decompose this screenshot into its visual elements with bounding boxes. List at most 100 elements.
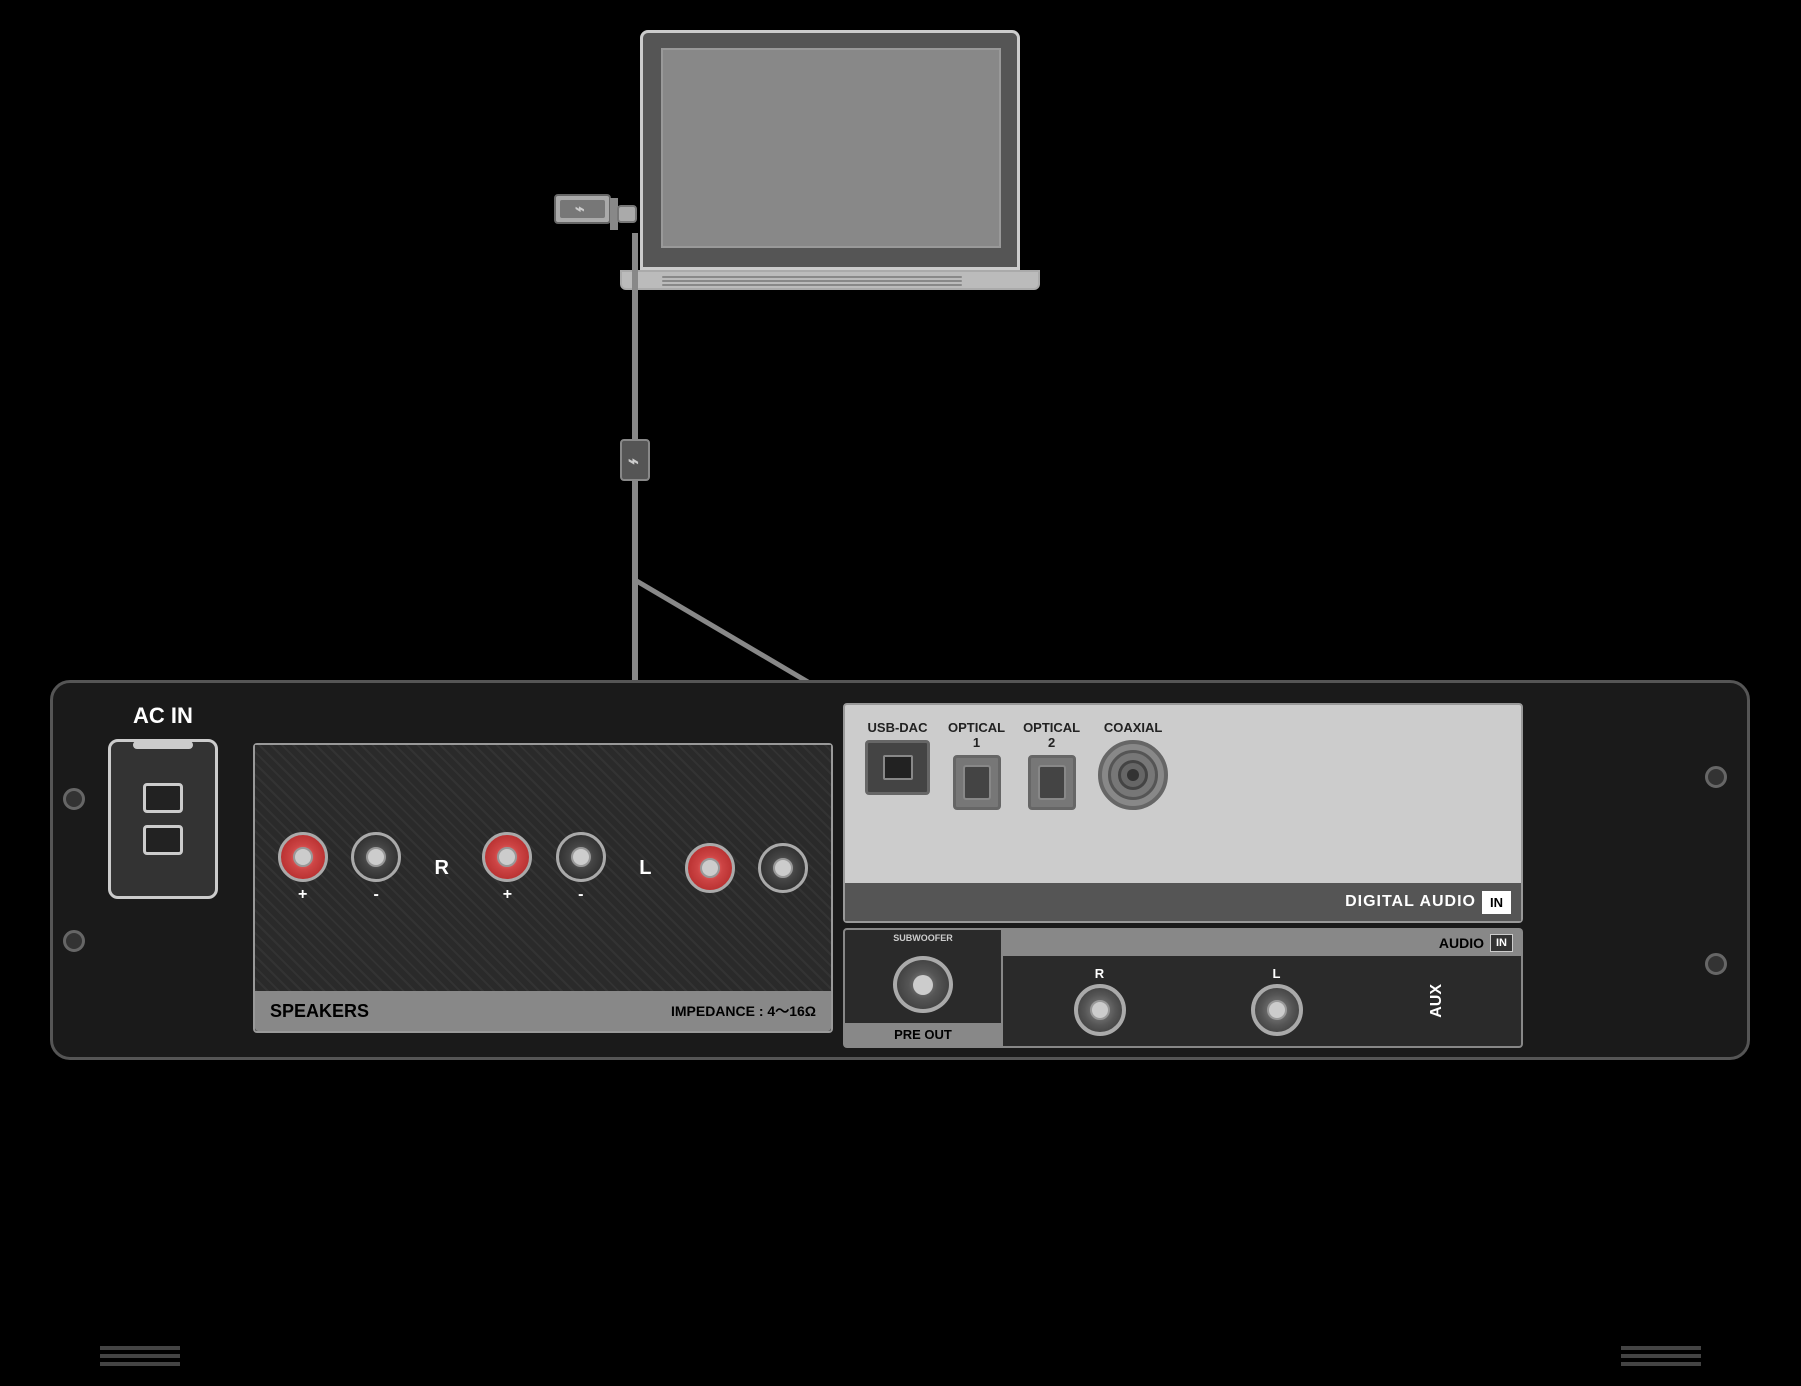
audio-in-ports: R L AUX	[1003, 956, 1521, 1046]
terminal-minus-r-label: -	[578, 886, 583, 904]
optical1-label: OPTICAL1	[948, 720, 1005, 750]
coaxial-label: COAXIAL	[1104, 720, 1163, 735]
screw-left-top	[63, 788, 85, 810]
speaker-terminals-grid: + - R + - L	[255, 745, 831, 991]
ac-in-section: AC IN	[83, 703, 243, 1033]
ac-in-label: AC IN	[133, 703, 193, 729]
speaker-group-extra1	[685, 843, 735, 893]
svg-text:⌁: ⌁	[628, 451, 639, 471]
aux-label: AUX	[1428, 984, 1446, 1018]
knob-inner	[913, 975, 933, 995]
rca-l-label: L	[1273, 966, 1281, 981]
usb-dac-group: USB-DAC	[865, 720, 930, 795]
optical1-inner	[963, 765, 991, 800]
bottom-lines-right	[1621, 1346, 1701, 1366]
terminal-l-plus	[278, 832, 328, 882]
digital-ports: USB-DAC OPTICAL1 OPTICAL2	[845, 705, 1521, 825]
bottom-line-6	[1621, 1362, 1701, 1366]
optical2-group: OPTICAL2	[1023, 720, 1080, 810]
speakers-label-bar: SPEAKERS IMPEDANCE : 4～16Ω	[255, 991, 831, 1031]
speaker-group-left-minus: -	[351, 832, 401, 904]
usb-port-hole	[883, 755, 913, 780]
optical2-port	[1028, 755, 1076, 810]
speaker-l-label: L	[629, 857, 661, 880]
ac-slot-bottom	[143, 825, 183, 855]
speaker-terminals-rp	[482, 832, 532, 882]
terminal-inner-e2	[773, 858, 793, 878]
bottom-line-4	[1621, 1346, 1701, 1350]
bottom-decorative-lines	[0, 1346, 1801, 1366]
speaker-group-extra2	[758, 843, 808, 893]
audio-in-text: AUDIO	[1439, 935, 1484, 951]
rca-r-inner	[1090, 1000, 1110, 1020]
screw-right-top	[1705, 766, 1727, 788]
coaxial-port	[1098, 740, 1168, 810]
terminal-inner-rm	[571, 847, 591, 867]
speaker-group-right-minus: -	[556, 832, 606, 904]
preout-label: PRE OUT	[894, 1027, 952, 1042]
terminal-inner-rp	[497, 847, 517, 867]
terminal-extra-1	[685, 843, 735, 893]
audio-in-label-bar: AUDIO IN	[1003, 930, 1521, 956]
preout-audio-section: SUBWOOFER PRE OUT AUDIO IN R	[843, 928, 1523, 1048]
terminal-plus-r-label: +	[503, 886, 512, 904]
speakers-impedance: IMPEDANCE : 4～16Ω	[671, 1001, 816, 1021]
right-screws	[1705, 683, 1727, 1057]
bottom-line-1	[100, 1346, 180, 1350]
usb-dac-port	[865, 740, 930, 795]
digital-label-bar: DIGITAL AUDIO IN	[845, 883, 1521, 921]
preout-subwoofer-knob	[893, 956, 953, 1013]
rca-r-label: R	[1095, 966, 1104, 981]
rca-l-inner	[1267, 1000, 1287, 1020]
digital-audio-section: USB-DAC OPTICAL1 OPTICAL2	[843, 703, 1523, 923]
bottom-line-5	[1621, 1354, 1701, 1358]
screw-left-bottom	[63, 930, 85, 952]
terminal-r-plus	[482, 832, 532, 882]
coaxial-center	[1127, 769, 1139, 781]
rca-l-port	[1251, 984, 1303, 1036]
speakers-title: SPEAKERS	[270, 1001, 369, 1022]
screw-right-bottom	[1705, 953, 1727, 975]
terminal-inner-lm	[366, 847, 386, 867]
terminal-minus-label: -	[373, 886, 378, 904]
usb-dac-label: USB-DAC	[868, 720, 928, 735]
bottom-line-2	[100, 1354, 180, 1358]
coaxial-ring2	[1118, 760, 1148, 790]
rca-l-group: L	[1251, 966, 1303, 1036]
bottom-line-3	[100, 1362, 180, 1366]
speaker-terminals-rm	[556, 832, 606, 882]
terminal-extra-2	[758, 843, 808, 893]
left-screws	[63, 788, 85, 952]
coaxial-ring1	[1108, 750, 1158, 800]
usb-connector-laptop: ⌁	[555, 195, 636, 230]
optical2-inner	[1038, 765, 1066, 800]
speaker-terminals-left	[278, 832, 328, 882]
audio-in-badge: IN	[1490, 934, 1513, 952]
terminal-inner	[293, 847, 313, 867]
optical2-label: OPTICAL2	[1023, 720, 1080, 750]
speakers-section: + - R + - L	[253, 743, 833, 1033]
audio-in-section: AUDIO IN R L AUX	[1003, 928, 1523, 1048]
ac-slot-top	[143, 783, 183, 813]
optical1-port	[953, 755, 1001, 810]
digital-audio-label: DIGITAL AUDIO	[1345, 893, 1476, 911]
optical1-group: OPTICAL1	[948, 720, 1005, 810]
preout-section: SUBWOOFER PRE OUT	[843, 928, 1003, 1048]
terminal-l-minus	[351, 832, 401, 882]
device-back-panel: AC IN + - R	[50, 680, 1750, 1060]
ac-connector	[108, 739, 218, 899]
subwoofer-label: SUBWOOFER	[891, 930, 955, 946]
terminal-inner-e1	[700, 858, 720, 878]
speaker-group-right-plus: +	[482, 832, 532, 904]
digital-in-badge: IN	[1482, 891, 1511, 914]
speaker-r-label: R	[425, 857, 459, 880]
rca-r-port	[1074, 984, 1126, 1036]
speaker-terminals-lm	[351, 832, 401, 882]
speaker-group-left-plus: +	[278, 832, 328, 904]
bottom-lines-left	[100, 1346, 180, 1366]
terminal-r-minus	[556, 832, 606, 882]
coaxial-group: COAXIAL	[1098, 720, 1168, 810]
preout-label-bar: PRE OUT	[845, 1023, 1001, 1046]
rca-r-group: R	[1074, 966, 1126, 1036]
svg-text:⌁: ⌁	[575, 201, 585, 218]
